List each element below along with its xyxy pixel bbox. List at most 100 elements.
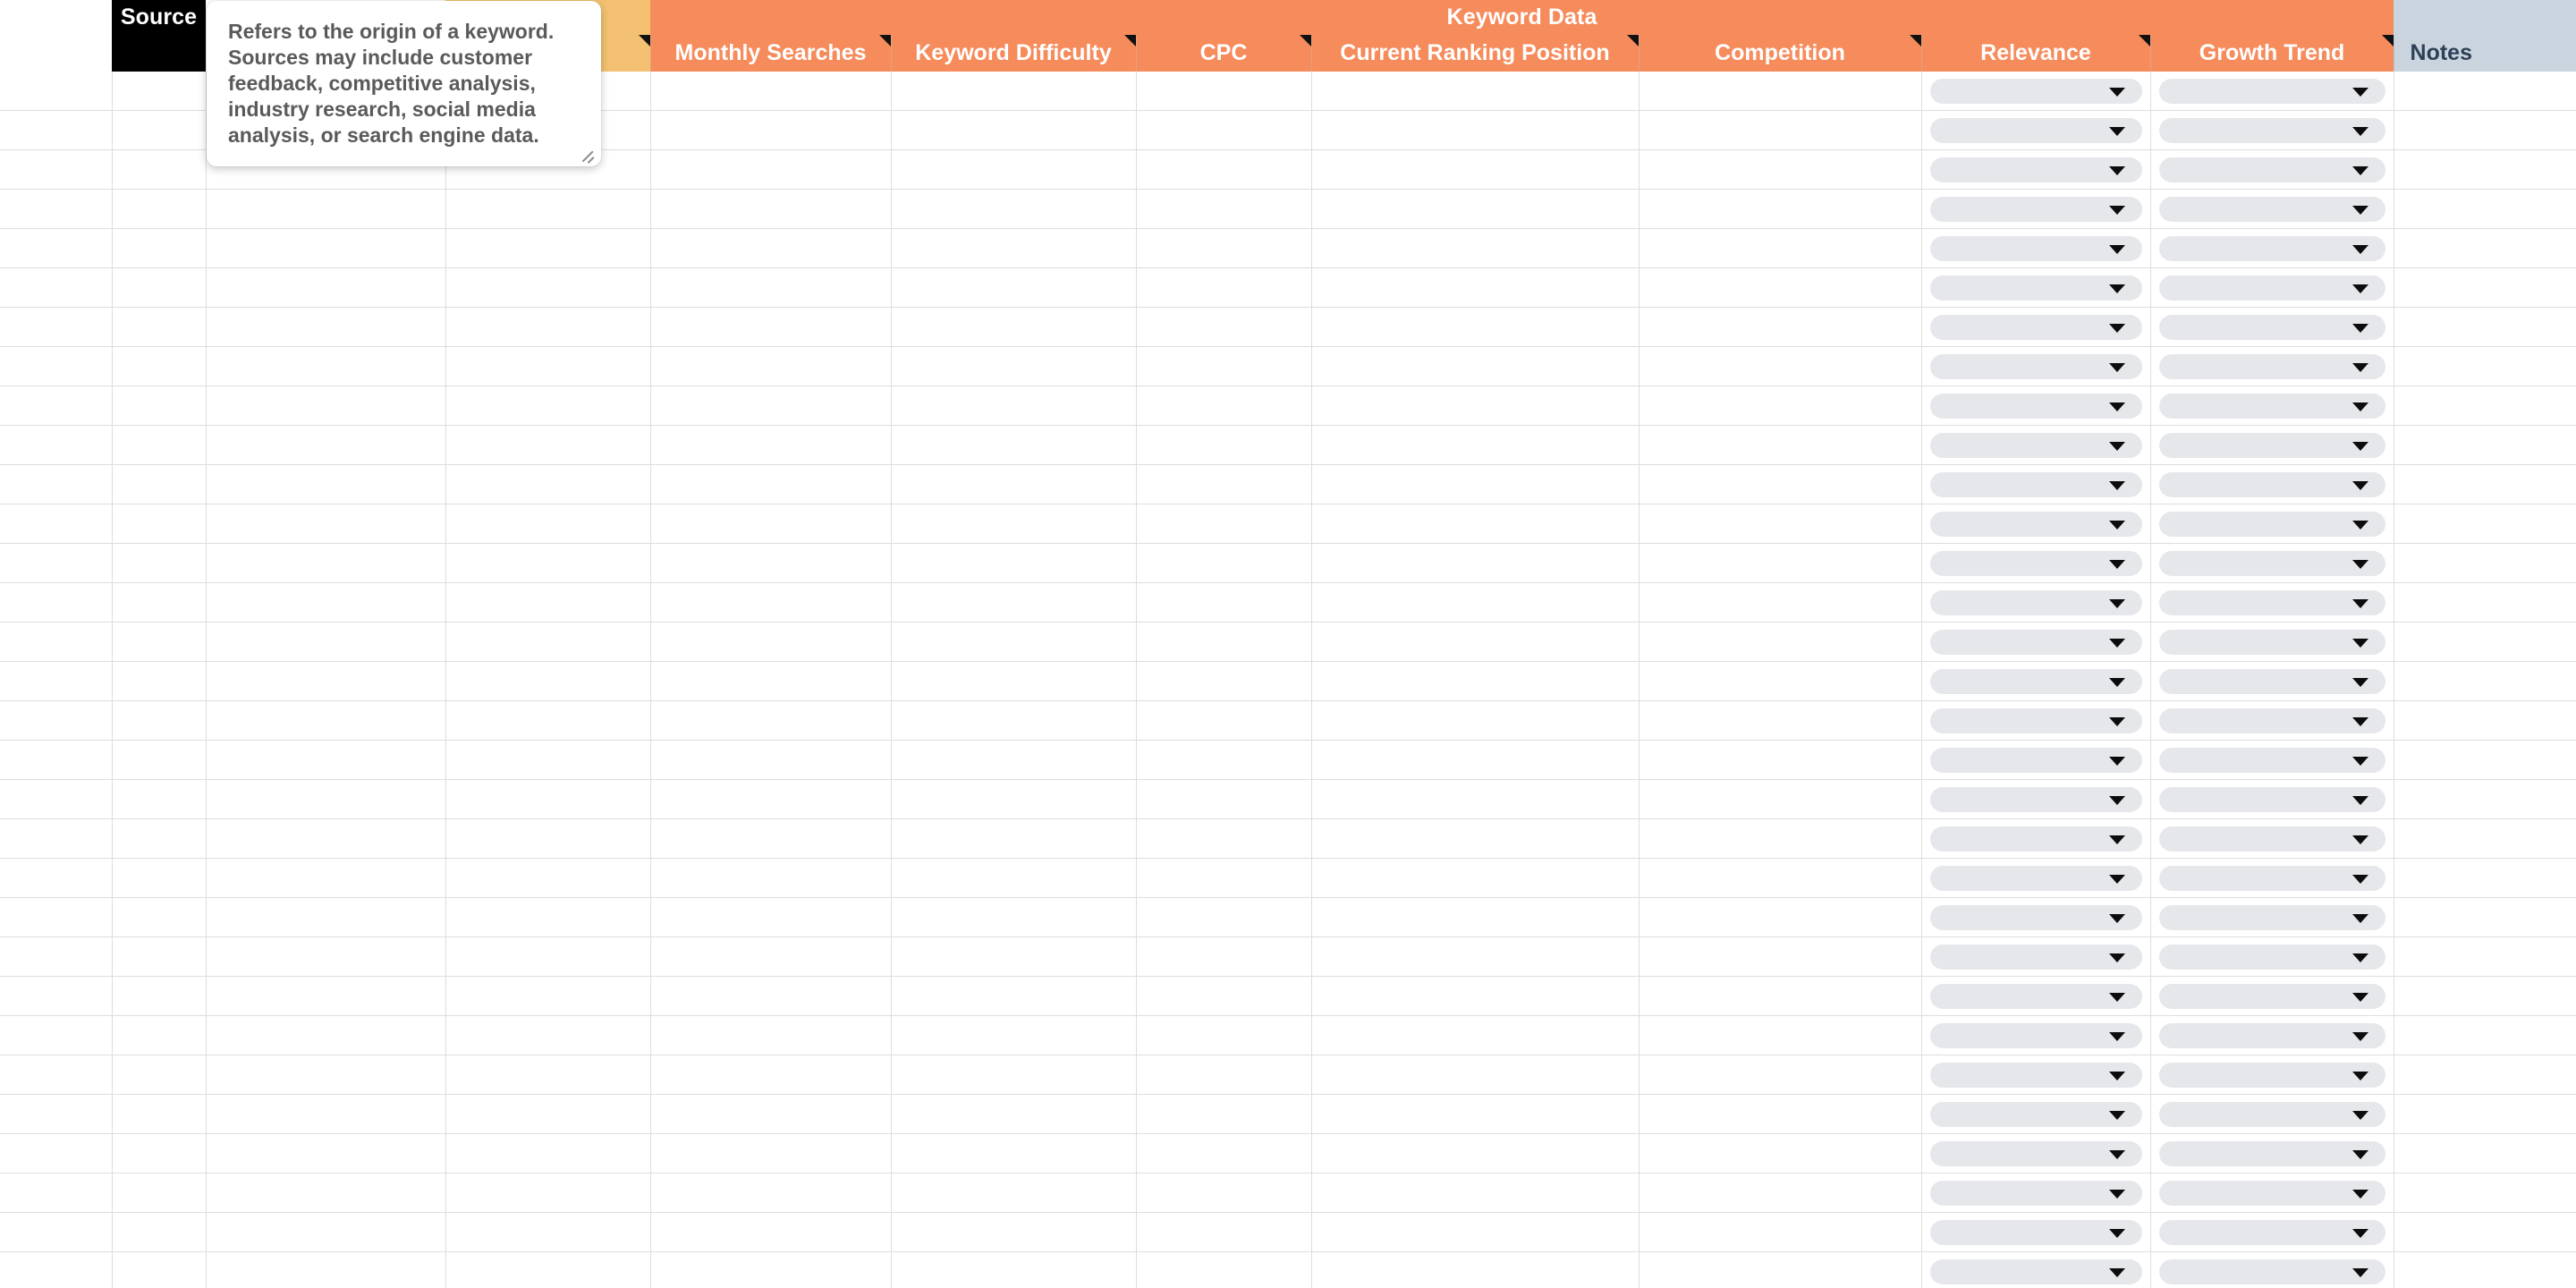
cell-growth-trend[interactable]	[2149, 189, 2394, 229]
dropdown-growth-trend[interactable]	[2158, 904, 2385, 930]
dropdown-growth-trend[interactable]	[2158, 157, 2385, 182]
cell-cpc[interactable]	[1135, 936, 1311, 977]
cell-spacer-3[interactable]	[445, 267, 650, 308]
dropdown-growth-trend[interactable]	[2158, 511, 2385, 537]
cell-spacer-2[interactable]	[205, 464, 445, 504]
cell-competition[interactable]	[1638, 779, 1921, 819]
cell-growth-trend[interactable]	[2149, 267, 2394, 308]
cell-competition[interactable]	[1638, 818, 1921, 859]
cell-source[interactable]	[111, 307, 206, 347]
cell-spacer-2[interactable]	[205, 1173, 445, 1213]
cell-spacer-0[interactable]	[0, 110, 112, 150]
cell-growth-trend[interactable]	[2149, 1173, 2394, 1213]
cell-notes[interactable]	[2393, 582, 2576, 623]
cell-growth-trend[interactable]	[2149, 228, 2394, 268]
cell-competition[interactable]	[1638, 936, 1921, 977]
dropdown-growth-trend[interactable]	[2158, 629, 2385, 655]
cell-source[interactable]	[111, 897, 206, 937]
cell-growth-trend[interactable]	[2149, 504, 2394, 544]
cell-relevance[interactable]	[1920, 700, 2150, 741]
column-header-keyword-difficulty[interactable]: Keyword Difficulty	[890, 35, 1136, 72]
cell-competition[interactable]	[1638, 1212, 1921, 1252]
cell-spacer-0[interactable]	[0, 189, 112, 229]
dropdown-growth-trend[interactable]	[2158, 432, 2385, 458]
cell-spacer-3[interactable]	[445, 700, 650, 741]
cell-monthly-searches[interactable]	[649, 976, 891, 1016]
cell-source[interactable]	[111, 386, 206, 426]
cell-relevance[interactable]	[1920, 307, 2150, 347]
dropdown-growth-trend[interactable]	[2158, 826, 2385, 852]
cell-competition[interactable]	[1638, 307, 1921, 347]
cell-spacer-3[interactable]	[445, 1055, 650, 1095]
dropdown-relevance[interactable]	[1929, 432, 2142, 458]
cell-growth-trend[interactable]	[2149, 1251, 2394, 1288]
dropdown-relevance[interactable]	[1929, 550, 2142, 576]
column-header-growth-trend[interactable]: Growth Trend	[2149, 35, 2394, 72]
cell-spacer-3[interactable]	[445, 622, 650, 662]
cell-growth-trend[interactable]	[2149, 72, 2394, 111]
cell-spacer-2[interactable]	[205, 976, 445, 1016]
cell-spacer-3[interactable]	[445, 1133, 650, 1174]
cell-growth-trend[interactable]	[2149, 1055, 2394, 1095]
cell-notes[interactable]	[2393, 504, 2576, 544]
cell-monthly-searches[interactable]	[649, 386, 891, 426]
cell-spacer-0[interactable]	[0, 1173, 112, 1213]
cell-current-ranking-position[interactable]	[1310, 1173, 1639, 1213]
dropdown-relevance[interactable]	[1929, 708, 2142, 733]
cell-cpc[interactable]	[1135, 1094, 1311, 1134]
dropdown-growth-trend[interactable]	[2158, 1258, 2385, 1284]
dropdown-growth-trend[interactable]	[2158, 1101, 2385, 1127]
column-header-competition[interactable]: Competition	[1638, 35, 1921, 72]
cell-spacer-3[interactable]	[445, 818, 650, 859]
cell-cpc[interactable]	[1135, 740, 1311, 780]
cell-spacer-2[interactable]	[205, 1251, 445, 1288]
cell-competition[interactable]	[1638, 858, 1921, 898]
dropdown-relevance[interactable]	[1929, 786, 2142, 812]
cell-relevance[interactable]	[1920, 464, 2150, 504]
cell-spacer-0[interactable]	[0, 976, 112, 1016]
cell-monthly-searches[interactable]	[649, 346, 891, 386]
cell-monthly-searches[interactable]	[649, 1094, 891, 1134]
cell-competition[interactable]	[1638, 267, 1921, 308]
cell-growth-trend[interactable]	[2149, 307, 2394, 347]
cell-spacer-2[interactable]	[205, 543, 445, 583]
cell-spacer-2[interactable]	[205, 858, 445, 898]
cell-monthly-searches[interactable]	[649, 543, 891, 583]
cell-keyword-difficulty[interactable]	[890, 307, 1136, 347]
cell-notes[interactable]	[2393, 307, 2576, 347]
cell-spacer-2[interactable]	[205, 386, 445, 426]
cell-current-ranking-position[interactable]	[1310, 818, 1639, 859]
cell-competition[interactable]	[1638, 149, 1921, 190]
dropdown-growth-trend[interactable]	[2158, 353, 2385, 379]
cell-monthly-searches[interactable]	[649, 228, 891, 268]
cell-spacer-0[interactable]	[0, 386, 112, 426]
cell-cpc[interactable]	[1135, 1173, 1311, 1213]
dropdown-relevance[interactable]	[1929, 314, 2142, 340]
cell-cpc[interactable]	[1135, 779, 1311, 819]
cell-current-ranking-position[interactable]	[1310, 582, 1639, 623]
cell-source[interactable]	[111, 1015, 206, 1055]
cell-spacer-2[interactable]	[205, 779, 445, 819]
cell-spacer-0[interactable]	[0, 1133, 112, 1174]
cell-keyword-difficulty[interactable]	[890, 779, 1136, 819]
cell-notes[interactable]	[2393, 1094, 2576, 1134]
dropdown-growth-trend[interactable]	[2158, 78, 2385, 104]
cell-monthly-searches[interactable]	[649, 661, 891, 701]
cell-keyword-difficulty[interactable]	[890, 897, 1136, 937]
cell-cpc[interactable]	[1135, 818, 1311, 859]
cell-monthly-searches[interactable]	[649, 1173, 891, 1213]
cell-source[interactable]	[111, 189, 206, 229]
cell-notes[interactable]	[2393, 543, 2576, 583]
cell-notes[interactable]	[2393, 1173, 2576, 1213]
dropdown-relevance[interactable]	[1929, 589, 2142, 615]
cell-source[interactable]	[111, 622, 206, 662]
cell-keyword-difficulty[interactable]	[890, 818, 1136, 859]
dropdown-relevance[interactable]	[1929, 235, 2142, 261]
dropdown-growth-trend[interactable]	[2158, 1140, 2385, 1166]
dropdown-relevance[interactable]	[1929, 471, 2142, 497]
cell-keyword-difficulty[interactable]	[890, 661, 1136, 701]
cell-growth-trend[interactable]	[2149, 582, 2394, 623]
cell-source[interactable]	[111, 858, 206, 898]
cell-growth-trend[interactable]	[2149, 425, 2394, 465]
cell-keyword-difficulty[interactable]	[890, 1173, 1136, 1213]
